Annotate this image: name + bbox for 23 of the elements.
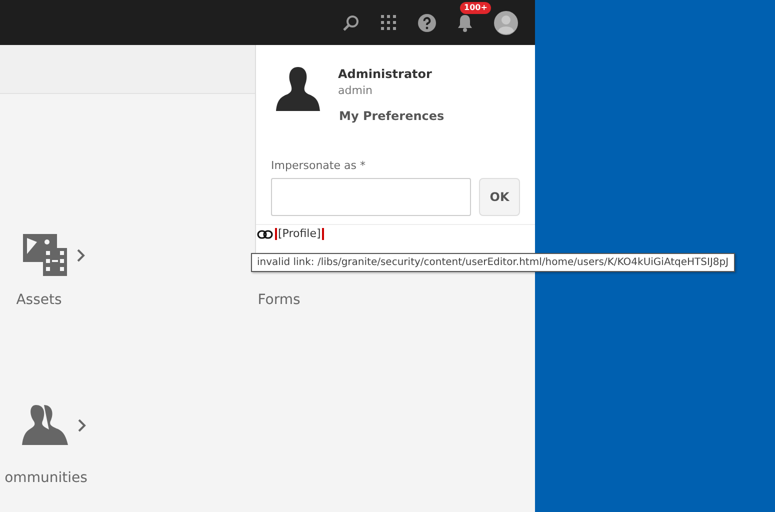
bell-icon[interactable] (457, 14, 473, 32)
impersonate-label: Impersonate as * (271, 159, 366, 172)
user-avatar-icon[interactable] (494, 10, 518, 34)
help-icon[interactable] (418, 14, 436, 32)
tile-label[interactable]: ommunities (4, 470, 88, 486)
notification-badge: 100+ (460, 2, 492, 14)
chevron-right-icon[interactable] (78, 418, 86, 432)
apps-grid-icon[interactable] (381, 14, 397, 30)
person-silhouette-icon (276, 67, 320, 111)
image-film-icon[interactable] (23, 234, 69, 276)
link-icon (257, 230, 273, 238)
tile-label[interactable]: Assets (16, 292, 62, 308)
impersonate-field[interactable] (271, 178, 471, 216)
chevron-right-icon[interactable] (77, 248, 85, 262)
search-icon[interactable] (342, 14, 360, 32)
user-name: Administrator (338, 67, 433, 81)
my-preferences-link[interactable]: My Preferences (339, 109, 444, 123)
profile-link[interactable]: [Profile] (275, 228, 324, 240)
tile-label[interactable]: Forms (258, 292, 300, 308)
people-icon[interactable] (22, 405, 70, 445)
tooltip: invalid link: /libs/granite/security/content/userEditor.html/home/users/K/KO4kUiGiAtqeHTSIJ8pJ (251, 253, 735, 272)
ok-button[interactable]: OK (479, 178, 520, 216)
user-login: admin (338, 84, 374, 97)
